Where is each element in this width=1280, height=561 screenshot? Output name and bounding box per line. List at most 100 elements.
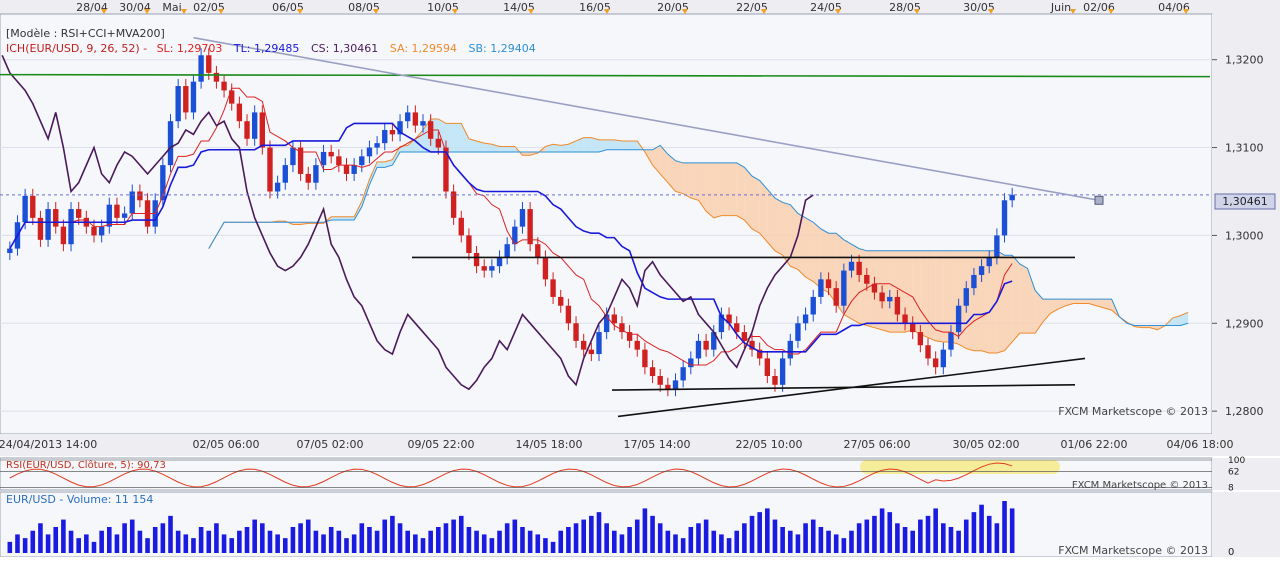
candle-body <box>848 261 855 271</box>
volume-bar <box>436 527 441 553</box>
candle-body <box>251 112 258 139</box>
volume-bar <box>711 530 717 553</box>
volume-bar <box>443 523 449 553</box>
ichimoku-label: ICH(EUR/USD, 9, 26, 52) - <box>6 42 147 55</box>
candle-body <box>649 367 656 377</box>
candle-body <box>37 217 44 240</box>
kumo-segment <box>675 160 684 194</box>
candle-body <box>496 257 503 267</box>
volume-bar <box>367 527 372 553</box>
kumo-segment <box>453 123 462 152</box>
candle-body <box>1009 194 1015 201</box>
bottom-date-label: 27/05 06:00 <box>844 438 911 451</box>
volume-bar <box>856 523 862 553</box>
candle-body <box>772 376 778 385</box>
volume-bar <box>787 530 793 553</box>
volume-bar <box>1002 501 1007 553</box>
rsi-tick-label: 100 <box>1228 456 1245 466</box>
candle-body <box>917 332 924 346</box>
candle-body <box>695 340 702 359</box>
volume-bar <box>481 534 487 553</box>
template-label: [Modèle : RSI+CCI+MVA200] <box>6 27 165 40</box>
kumo-segment <box>377 161 385 168</box>
chart-window: 28/04 30/04 Mai 02/05 06/05 08/05 10/05 14/05 16… <box>0 0 1280 558</box>
kumo-segment <box>744 167 753 229</box>
kumo-segment <box>882 250 890 333</box>
legend-sl: SL: 1,29703 <box>157 42 223 55</box>
volume-bar <box>328 527 334 553</box>
candle-body <box>810 296 816 315</box>
candle-body <box>940 349 946 368</box>
volume-bar <box>114 534 120 553</box>
candle-body <box>894 296 901 315</box>
candle-body <box>611 314 617 324</box>
volume-bar <box>833 534 839 553</box>
candle-body <box>825 279 832 289</box>
candle-body <box>642 349 648 368</box>
volume-bar <box>841 538 847 553</box>
chart-canvas[interactable]: 28/04 30/04 Mai 02/05 06/05 08/05 10/05 14/05 16… <box>0 0 1280 558</box>
volume-bar <box>765 508 770 553</box>
bottom-date-label: 14/05 18:00 <box>516 438 583 451</box>
volume-bar <box>956 530 961 553</box>
candle-body <box>818 279 824 297</box>
kumo-segment <box>912 250 921 335</box>
kumo-segment <box>1012 255 1020 342</box>
candle-body <box>351 165 357 174</box>
volume-bar <box>673 534 678 553</box>
bottom-date-label: 02/05 06:00 <box>193 438 260 451</box>
candle-body <box>879 292 885 302</box>
kumo-segment <box>621 140 630 150</box>
volume-bar <box>168 515 173 553</box>
legend-tl: TL: 1,29485 <box>233 42 300 55</box>
volume-bar <box>757 512 762 553</box>
volume-bar <box>703 519 709 553</box>
kumo-segment <box>706 162 714 218</box>
candle-body <box>313 165 319 183</box>
candle-body <box>634 340 640 350</box>
candle-body <box>167 121 174 166</box>
kumo-segment <box>721 162 730 216</box>
volume-bar <box>619 534 625 553</box>
volume-bar <box>657 523 663 553</box>
volume-bar <box>290 527 296 553</box>
kumo-segment <box>606 139 615 150</box>
candle-body <box>336 156 342 166</box>
volume-bar <box>183 534 189 553</box>
volume-bar <box>918 519 923 553</box>
candle-body <box>420 121 426 126</box>
volume-bar <box>282 538 288 553</box>
kumo-segment <box>759 180 768 243</box>
candle-body <box>550 279 556 297</box>
candle-body <box>779 358 786 385</box>
volume-bar <box>634 519 640 553</box>
volume-bar <box>879 508 885 553</box>
kumo-segment <box>752 176 760 234</box>
price-axis[interactable] <box>1212 14 1280 434</box>
candle-body <box>374 143 380 148</box>
candle-body <box>121 213 128 218</box>
candle-body <box>183 86 189 113</box>
kumo-segment <box>797 213 806 278</box>
candle-body <box>7 248 13 253</box>
candle-body <box>489 266 495 271</box>
candle-body <box>802 314 809 324</box>
volume-bar <box>7 541 13 553</box>
rsi-tick-label: 62 <box>1228 467 1239 477</box>
volume-bar <box>68 530 74 553</box>
candle-body <box>764 358 771 377</box>
volume-bar <box>53 527 59 553</box>
candle-body <box>68 209 74 245</box>
volume-bar <box>152 527 158 553</box>
volume-bar <box>650 515 655 553</box>
volume-bar <box>122 523 127 553</box>
watermark-price: FXCM Marketscope © 2013 <box>1058 405 1208 418</box>
volume-bar <box>535 534 541 553</box>
volume-bar <box>229 538 235 553</box>
volume-bar <box>351 534 357 553</box>
volume-bar <box>887 512 893 553</box>
legend-sb: SB: 1,29404 <box>469 42 536 55</box>
volume-bar <box>107 527 112 553</box>
trendline-handle <box>1094 195 1104 205</box>
bottom-date-label: 24/04/2013 14:00 <box>0 438 97 451</box>
